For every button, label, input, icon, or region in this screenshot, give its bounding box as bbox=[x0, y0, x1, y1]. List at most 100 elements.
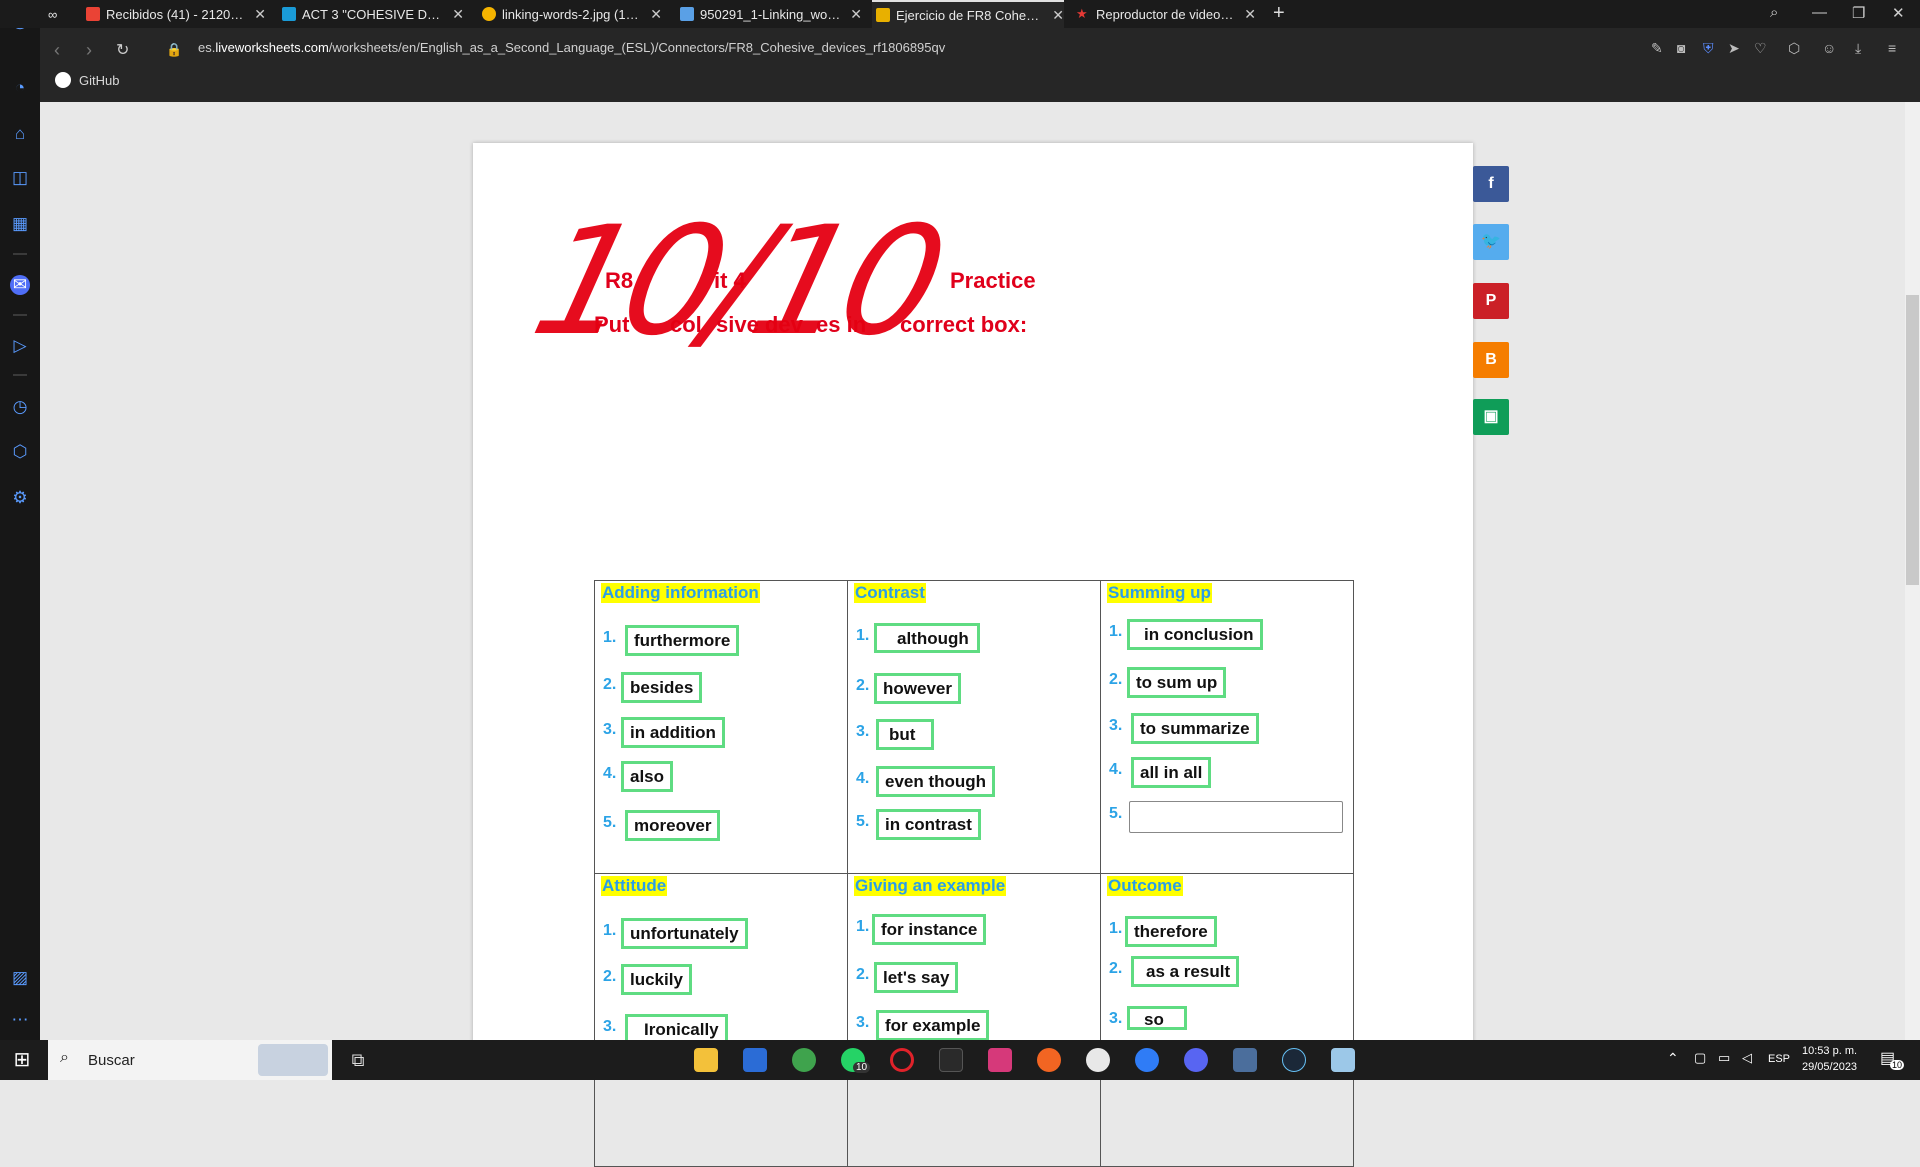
more-icon[interactable]: ⋯ bbox=[10, 1010, 30, 1030]
answer-field[interactable]: unfortunately bbox=[621, 918, 748, 949]
minimize-icon[interactable]: — bbox=[1812, 4, 1827, 21]
address-bar[interactable]: es.liveworksheets.com/worksheets/en/Engl… bbox=[198, 40, 945, 55]
twitch-icon[interactable]: ◫ bbox=[10, 168, 30, 188]
back-icon[interactable]: ‹ bbox=[54, 40, 60, 61]
vpn-shield-icon[interactable]: ⛨ bbox=[1703, 40, 1714, 57]
close-window-icon[interactable]: ✕ bbox=[1892, 4, 1905, 22]
language-indicator[interactable]: ESP bbox=[1768, 1053, 1790, 1065]
answer-field[interactable]: luckily bbox=[621, 964, 692, 995]
answer-field[interactable]: so bbox=[1127, 1006, 1187, 1030]
extensions-cube-icon[interactable]: ⬡ bbox=[1788, 40, 1800, 57]
file-explorer-icon[interactable] bbox=[694, 1048, 718, 1072]
category-label: Giving an example bbox=[854, 876, 1007, 896]
answer-field[interactable]: for example bbox=[876, 1010, 990, 1041]
extensions-icon[interactable]: ⬡ bbox=[10, 442, 30, 462]
discord-icon[interactable] bbox=[1184, 1048, 1208, 1072]
answer-field[interactable]: but bbox=[876, 719, 935, 750]
tray-device-icon[interactable]: ▢ bbox=[1694, 1050, 1706, 1066]
opera-gx-icon[interactable] bbox=[890, 1048, 914, 1072]
utorrent-icon[interactable] bbox=[792, 1048, 816, 1072]
reload-icon[interactable]: ↻ bbox=[116, 40, 129, 60]
scrollbar-thumb[interactable] bbox=[1906, 295, 1919, 585]
category-cell-outcome: Outcome 1. therefore 2. as a result 3. so bbox=[1100, 873, 1354, 1167]
answer-field[interactable]: therefore bbox=[1125, 916, 1217, 947]
shopping-icon[interactable]: ⌂ bbox=[10, 124, 30, 144]
tab-linking-words-2[interactable]: linking-words-2.jpg (1700× ✕ bbox=[482, 0, 662, 28]
slack-icon[interactable] bbox=[1086, 1048, 1110, 1072]
taskbar-search[interactable]: ⌕ Buscar bbox=[48, 1040, 332, 1080]
answer-field[interactable]: however bbox=[874, 673, 961, 704]
close-tab-icon[interactable]: ✕ bbox=[1052, 7, 1064, 24]
sublime-icon[interactable] bbox=[1037, 1048, 1061, 1072]
google-classroom-share-button[interactable]: ▣ bbox=[1473, 399, 1509, 435]
messenger-icon[interactable]: ✉ bbox=[10, 275, 30, 295]
twitter-share-button[interactable]: 🐦 bbox=[1473, 224, 1509, 260]
notepad-icon[interactable] bbox=[1331, 1048, 1355, 1072]
answer-field[interactable]: all in all bbox=[1131, 757, 1212, 788]
clock-date[interactable]: 29/05/2023 bbox=[1802, 1061, 1857, 1073]
answer-field-empty[interactable] bbox=[1129, 801, 1343, 833]
facebook-share-button[interactable]: f bbox=[1473, 166, 1509, 202]
blogger-share-button[interactable]: B bbox=[1473, 342, 1509, 378]
tab-video-player[interactable]: ★ Reproductor de video | Sta ✕ bbox=[1076, 0, 1256, 28]
close-tab-icon[interactable]: ✕ bbox=[254, 6, 266, 23]
whatsapp-icon[interactable]: 10 bbox=[841, 1048, 871, 1073]
answer-field[interactable]: to summarize bbox=[1131, 713, 1259, 744]
close-tab-icon[interactable]: ✕ bbox=[850, 6, 862, 23]
answer-field[interactable]: in contrast bbox=[876, 809, 981, 840]
speed-dial-icon[interactable]: ◔ bbox=[10, 78, 30, 98]
network-icon[interactable]: ▭ bbox=[1718, 1050, 1730, 1066]
category-label: Attitude bbox=[601, 876, 668, 896]
answer-field[interactable]: in conclusion bbox=[1127, 619, 1263, 650]
close-tab-icon[interactable]: ✕ bbox=[1244, 6, 1256, 23]
menu-icon[interactable]: ≡ bbox=[1888, 40, 1896, 56]
steam-icon[interactable] bbox=[1282, 1048, 1306, 1072]
tab-liveworksheets[interactable]: Ejercicio de FR8 Cohesive d ✕ bbox=[872, 0, 1064, 28]
download-icon[interactable]: ⤓ bbox=[1855, 40, 1861, 57]
app-store-icon[interactable] bbox=[1135, 1048, 1159, 1072]
answer-field[interactable]: in addition bbox=[621, 717, 725, 748]
answer-field[interactable]: to sum up bbox=[1127, 667, 1227, 698]
answer-field[interactable]: also bbox=[621, 761, 674, 792]
notifications-icon[interactable]: ▤ 10 bbox=[1880, 1048, 1905, 1070]
tab-classroom[interactable]: ACT 3 "COHESIVE DEVICES" ✕ bbox=[282, 0, 464, 28]
settings-icon[interactable]: ⚙ bbox=[10, 488, 30, 508]
microsoft-store-icon[interactable] bbox=[743, 1048, 767, 1072]
answer-field[interactable]: moreover bbox=[625, 810, 721, 841]
calendar-icon[interactable]: ▦ bbox=[10, 214, 30, 234]
task-view-icon[interactable]: ⧉ bbox=[346, 1048, 370, 1072]
answer-field[interactable]: let's say bbox=[874, 962, 959, 993]
close-tab-icon[interactable]: ✕ bbox=[452, 6, 464, 23]
profile-icon[interactable]: ☺ bbox=[1822, 40, 1836, 56]
task-manager-icon[interactable] bbox=[939, 1048, 963, 1072]
answer-field[interactable]: even though bbox=[876, 766, 996, 797]
answer-field[interactable]: although bbox=[874, 623, 980, 653]
answer-field[interactable]: besides bbox=[621, 672, 703, 703]
bookmark-github[interactable]: GitHub bbox=[55, 72, 119, 88]
player-icon[interactable]: ▷ bbox=[10, 336, 30, 356]
edit-icon[interactable]: ✎ bbox=[1651, 40, 1663, 57]
history-icon[interactable]: ◷ bbox=[10, 397, 30, 417]
volume-icon[interactable]: ◁ bbox=[1742, 1050, 1752, 1066]
tray-chevron-icon[interactable]: ⌃ bbox=[1667, 1050, 1679, 1067]
tab-workspaces-icon[interactable]: ∞ bbox=[48, 0, 68, 28]
calculator-icon[interactable] bbox=[1233, 1048, 1257, 1072]
answer-field[interactable]: furthermore bbox=[625, 625, 740, 656]
snapshot-icon[interactable]: ◙ bbox=[1677, 40, 1685, 56]
tab-gmail[interactable]: Recibidos (41) - 2120100430 ✕ bbox=[86, 0, 266, 28]
answer-field[interactable]: as a result bbox=[1131, 956, 1240, 987]
send-icon[interactable]: ➤ bbox=[1728, 40, 1740, 57]
forward-icon[interactable]: › bbox=[86, 40, 92, 61]
clock-time[interactable]: 10:53 p. m. bbox=[1802, 1045, 1857, 1057]
close-tab-icon[interactable]: ✕ bbox=[650, 6, 662, 23]
answer-field[interactable]: for instance bbox=[872, 914, 987, 945]
pinterest-share-button[interactable]: P bbox=[1473, 283, 1509, 319]
gallery-icon[interactable]: ▨ bbox=[10, 968, 30, 988]
windows-start-icon[interactable]: ⊞ bbox=[10, 1048, 34, 1072]
new-tab-icon[interactable]: + bbox=[1273, 2, 1285, 25]
heart-icon[interactable]: ♡ bbox=[1754, 40, 1767, 57]
tab-linking-words[interactable]: 950291_1-Linking_words.jp ✕ bbox=[680, 0, 862, 28]
search-tabs-icon[interactable]: ⌕ bbox=[1770, 4, 1778, 21]
app-icon[interactable] bbox=[988, 1048, 1012, 1072]
restore-icon[interactable]: ❐ bbox=[1852, 4, 1865, 22]
